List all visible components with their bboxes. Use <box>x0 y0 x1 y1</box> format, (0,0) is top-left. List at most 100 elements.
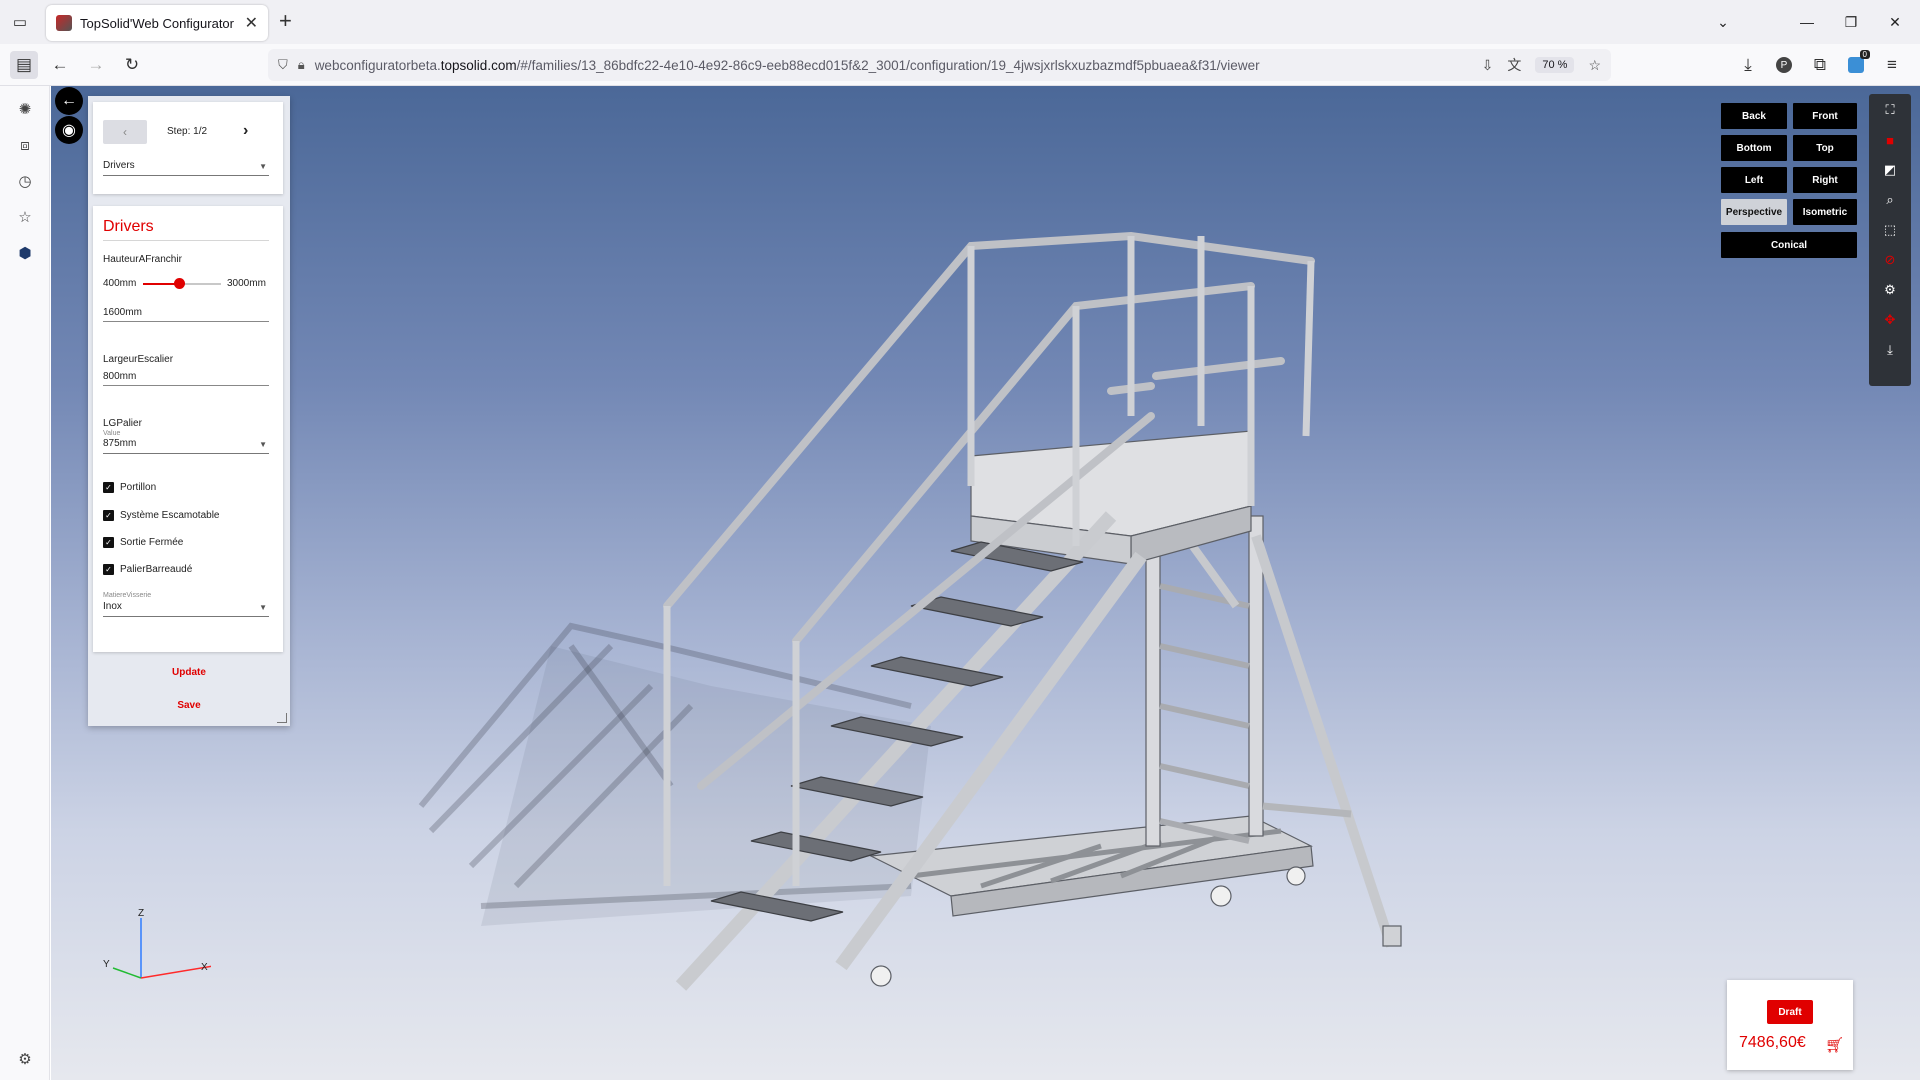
settings-gear-icon[interactable]: ⚙ <box>1880 280 1900 300</box>
tab-title: TopSolid'Web Configurator <box>80 15 234 31</box>
view-left-button[interactable]: Left <box>1721 167 1787 193</box>
new-tab-icon[interactable]: + <box>279 9 292 33</box>
save-button[interactable]: Save <box>88 700 290 711</box>
save-page-icon[interactable]: ⇩ <box>1482 57 1494 74</box>
step-card: ‹ Step: 1/2 › Drivers ▼ <box>93 102 283 194</box>
section-view-icon[interactable]: ◩ <box>1880 160 1900 180</box>
window-close-icon[interactable]: ✕ <box>1872 0 1918 44</box>
back-arrow-icon[interactable]: ← <box>46 51 74 79</box>
disable-icon[interactable]: ⊘ <box>1880 250 1900 270</box>
ai-chat-icon[interactable]: ✺ <box>14 98 36 120</box>
translate-icon[interactable]: 文 <box>1507 55 1521 75</box>
checkbox-portillon[interactable]: ✓ Portillon <box>103 482 156 493</box>
visibility-eye-icon[interactable]: ◉ <box>55 116 83 144</box>
material-select[interactable]: Inox ▼ <box>103 599 269 617</box>
axis-triad: Z Y X <box>103 908 211 979</box>
explode-icon[interactable]: ✥ <box>1880 310 1900 330</box>
checkbox-label: Système Escamotable <box>120 510 220 521</box>
y-axis-label: Y <box>103 959 110 970</box>
configuration-panel: ‹ Step: 1/2 › Drivers ▼ Drivers HauteurA… <box>88 96 290 726</box>
record-icon[interactable]: ■ <box>1880 130 1900 150</box>
profile-icon[interactable]: P <box>1770 51 1798 79</box>
step-select[interactable]: Drivers ▼ <box>103 158 269 176</box>
checkbox-label: PalierBarreaudé <box>120 564 193 575</box>
synced-tabs-icon[interactable]: ⧈ <box>14 134 36 156</box>
reload-icon[interactable]: ↻ <box>118 51 146 79</box>
view-front-button[interactable]: Front <box>1793 103 1857 129</box>
bookmark-star-icon[interactable]: ☆ <box>1588 57 1601 74</box>
3d-viewer[interactable]: ← ◉ ‹ Step: 1/2 › Drivers ▼ Drivers Haut… <box>51 86 1920 1080</box>
tab-list-icon[interactable]: ▭ <box>0 0 40 44</box>
sidebar-toggle-icon[interactable]: ▤ <box>10 51 38 79</box>
material-label: MatiereVisserie <box>103 592 152 599</box>
width-input[interactable]: 800mm <box>103 368 269 386</box>
checkbox-checked-icon[interactable]: ✓ <box>103 537 114 548</box>
material-select-value: Inox <box>103 601 122 612</box>
url-host: topsolid.com <box>440 57 517 73</box>
view-top-button[interactable]: Top <box>1793 135 1857 161</box>
forward-arrow-icon[interactable]: → <box>82 51 110 79</box>
back-arrow-round-icon[interactable]: ← <box>55 87 83 115</box>
view-right-button[interactable]: Right <box>1793 167 1857 193</box>
view-bottom-button[interactable]: Bottom <box>1721 135 1787 161</box>
cube-view-icon[interactable]: ⬚ <box>1880 220 1900 240</box>
extensions-icon[interactable]: ⧉ <box>1806 51 1834 79</box>
bookmarks-star-icon[interactable]: ☆ <box>14 206 36 228</box>
browser-tab[interactable]: TopSolid'Web Configurator ✕ <box>46 5 268 41</box>
lock-icon[interactable]: 🔒︎ <box>298 57 305 73</box>
extension-hexagon-icon[interactable]: ⬢ <box>14 242 36 264</box>
height-label: HauteurAFranchir <box>103 254 182 265</box>
step-prev-button[interactable]: ‹ <box>103 120 147 144</box>
landing-select-value: 875mm <box>103 438 137 449</box>
checkbox-checked-icon[interactable]: ✓ <box>103 564 114 575</box>
sidebar-settings-icon[interactable]: ⚙ <box>14 1048 36 1070</box>
checkbox-checked-icon[interactable]: ✓ <box>103 482 114 493</box>
checkbox-systeme-escamotable[interactable]: ✓ Système Escamotable <box>103 510 220 521</box>
fit-all-icon[interactable]: ⛶ <box>1880 100 1900 120</box>
topsolid-favicon-icon <box>56 15 72 31</box>
checkbox-sortie-fermee[interactable]: ✓ Sortie Fermée <box>103 537 183 548</box>
view-perspective-button[interactable]: Perspective <box>1721 199 1787 225</box>
restore-icon[interactable]: ❐ <box>1828 0 1874 44</box>
section-title: Drivers <box>103 218 154 235</box>
checkbox-palier-barreaude[interactable]: ✓ PalierBarreaudé <box>103 564 192 575</box>
app-menu-icon[interactable]: ≡ <box>1878 51 1906 79</box>
x-axis-label: X <box>201 962 208 973</box>
section-divider <box>103 240 269 241</box>
view-isometric-button[interactable]: Isometric <box>1793 199 1857 225</box>
width-label: LargeurEscalier <box>103 354 174 365</box>
landing-select[interactable]: 875mm ▼ <box>103 436 269 454</box>
drivers-card: Drivers HauteurAFranchir 400mm 3000mm 16… <box>93 206 283 652</box>
download-icon[interactable]: ⤓ <box>1880 340 1900 360</box>
checkbox-label: Portillon <box>120 482 157 493</box>
checkbox-label: Sortie Fermée <box>120 537 184 548</box>
navigation-bar: ▤ ← → ↻ ⛉ 🔒︎ webconfiguratorbeta. topsoli… <box>0 44 1920 86</box>
draft-button[interactable]: Draft <box>1767 1000 1813 1024</box>
view-conical-button[interactable]: Conical <box>1721 232 1857 258</box>
height-input[interactable]: 1600mm <box>103 304 269 322</box>
zoom-icon[interactable]: ⌕ <box>1880 190 1900 210</box>
height-slider-thumb[interactable] <box>174 278 186 289</box>
update-button[interactable]: Update <box>88 667 290 678</box>
tab-overflow-chevron-icon[interactable]: ⌄ <box>1700 0 1746 44</box>
shopping-cart-icon[interactable]: 🛒︎ <box>1825 1036 1844 1054</box>
stair-3d-model[interactable] <box>51 86 1920 1080</box>
tab-bar: ▭ TopSolid'Web Configurator ✕ + ⌄ — ❐ ✕ <box>0 0 1920 44</box>
view-back-button[interactable]: Back <box>1721 103 1787 129</box>
shield-icon[interactable]: ⛉ <box>278 57 288 73</box>
step-next-button[interactable]: › <box>243 122 248 140</box>
panel-resize-handle[interactable] <box>277 713 287 723</box>
extension-badge-icon[interactable]: 0 <box>1842 50 1870 79</box>
minimize-icon[interactable]: — <box>1784 0 1830 44</box>
checkbox-checked-icon[interactable]: ✓ <box>103 510 114 521</box>
height-slider[interactable] <box>143 278 221 289</box>
dropdown-caret-icon: ▼ <box>259 162 267 171</box>
extension-badge-count: 0 <box>1859 50 1870 59</box>
zoom-level[interactable]: 70 % <box>1535 57 1575 73</box>
history-icon[interactable]: ◷ <box>14 170 36 192</box>
downloads-icon[interactable]: ⤓ <box>1734 51 1762 79</box>
close-tab-icon[interactable]: ✕ <box>245 13 258 33</box>
landing-label: LGPalier <box>103 418 142 429</box>
url-bar[interactable]: ⛉ 🔒︎ webconfiguratorbeta. topsolid.com/#/… <box>268 49 1611 81</box>
step-select-value: Drivers <box>103 160 135 171</box>
